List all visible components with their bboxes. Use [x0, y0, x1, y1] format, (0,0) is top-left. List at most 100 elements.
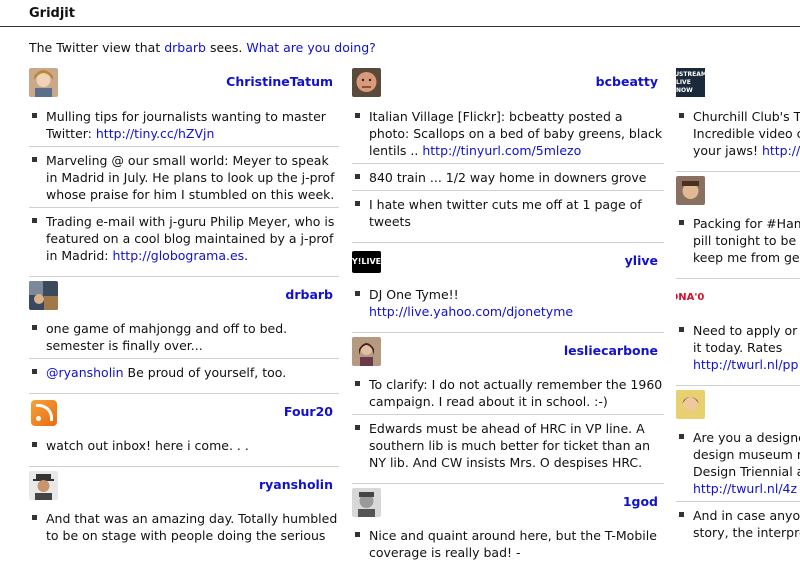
bullet-icon	[32, 325, 37, 330]
tweet-text: Nice and quaint around here, but the T-M…	[369, 528, 657, 560]
tweet-text: DJ One Tyme!!	[369, 287, 459, 302]
user-header: ChristineTatum	[29, 64, 339, 100]
bullet-icon	[32, 157, 37, 162]
tweet-link[interactable]: http://	[762, 143, 800, 158]
bullet-icon	[679, 327, 684, 332]
intro-middle: sees.	[209, 40, 243, 55]
bullet-icon	[355, 174, 360, 179]
column-1: ChristineTatum Mulling tips for journali…	[29, 64, 339, 556]
bullet-icon	[355, 113, 360, 118]
mention-link[interactable]: @ryansholin	[46, 365, 124, 380]
user-block: Are you a designe design museum r Design…	[676, 385, 800, 553]
bullet-icon	[355, 381, 360, 386]
user-block: Four20 watch out inbox! here i come. . .	[29, 393, 339, 466]
tweet-list: And that was an amazing day. Totally hum…	[29, 502, 339, 556]
bullet-icon	[355, 532, 360, 537]
tweet-link[interactable]: http://twurl.nl/pp	[693, 357, 798, 372]
what-are-you-doing-link[interactable]: What are you doing?	[246, 40, 376, 55]
bullet-icon	[679, 113, 684, 118]
bullet-icon	[679, 434, 684, 439]
intro-user-link[interactable]: drbarb	[164, 40, 206, 55]
tweet-link[interactable]: http://globograma.es	[112, 248, 244, 263]
1god-avatar-icon[interactable]	[352, 488, 381, 517]
user-block: Y!LIVE ylive DJ One Tyme!! http://live.y…	[352, 242, 664, 332]
tweet-text: Marveling @ our small world: Meyer to sp…	[46, 153, 335, 202]
column-3: USTREAM LIVE NOW Churchill Club's T Incre…	[676, 64, 800, 553]
tweet-item: watch out inbox! here i come. . .	[29, 435, 339, 454]
user-block: bcbeatty Italian Village [Flickr]: bcbea…	[352, 64, 664, 242]
user-block: drbarb one game of mahjongg and off to b…	[29, 276, 339, 393]
user-header: ONA'08	[676, 278, 800, 314]
tweet-link[interactable]: http://live.yahoo.com/djonetyme	[369, 304, 573, 319]
rss-icon[interactable]	[29, 398, 58, 427]
tweet-item: Are you a designe design museum r Design…	[676, 427, 800, 497]
username-link[interactable]: Four20	[284, 404, 333, 419]
tweet-item: Marveling @ our small world: Meyer to sp…	[29, 146, 339, 203]
tweet-item: And in case anyon story, the interpre	[676, 501, 800, 541]
tweet-item: one game of mahjongg and off to bed. sem…	[29, 318, 339, 354]
tweet-list: Mulling tips for journalists wanting to …	[29, 100, 339, 276]
tweet-list: Churchill Club's T Incredible video c yo…	[676, 100, 800, 171]
lesliecarbone-avatar-icon[interactable]	[352, 337, 381, 366]
tweet-list: Need to apply or To it today. Rates http…	[676, 314, 800, 385]
user-avatar-icon[interactable]	[676, 390, 705, 419]
christinetatum-avatar-icon[interactable]	[29, 68, 58, 97]
column-2: bcbeatty Italian Village [Flickr]: bcbea…	[352, 64, 664, 573]
bullet-icon	[355, 291, 360, 296]
drbarb-avatar-icon[interactable]	[29, 281, 58, 310]
tweet-text: Edwards must be ahead of HRC in VP line.…	[369, 421, 651, 470]
bcbeatty-avatar-icon[interactable]	[352, 68, 381, 97]
tweet-item: Nice and quaint around here, but the T-M…	[352, 525, 664, 561]
user-header	[676, 171, 800, 207]
tweet-text: one game of mahjongg and off to bed. sem…	[46, 321, 288, 353]
tweet-text: watch out inbox! here i come. . .	[46, 438, 249, 453]
tweet-item: Need to apply or To it today. Rates http…	[676, 320, 800, 373]
username-link[interactable]: lesliecarbone	[564, 343, 658, 358]
bullet-icon	[32, 442, 37, 447]
tweet-text: I hate when twitter cuts me off at 1 pag…	[369, 197, 642, 229]
username-link[interactable]: ryansholin	[259, 477, 333, 492]
username-link[interactable]: bcbeatty	[596, 74, 658, 89]
username-link[interactable]: ChristineTatum	[226, 74, 333, 89]
user-avatar-icon[interactable]	[676, 176, 705, 205]
user-header	[676, 385, 800, 421]
tweet-item: Edwards must be ahead of HRC in VP line.…	[352, 414, 664, 471]
user-header: Four20	[29, 393, 339, 429]
user-block: USTREAM LIVE NOW Churchill Club's T Incre…	[676, 64, 800, 171]
ustream-logo-icon[interactable]: USTREAM LIVE NOW	[676, 68, 705, 97]
tweet-list: Italian Village [Flickr]: bcbeatty poste…	[352, 100, 664, 242]
username-link[interactable]: 1god	[623, 494, 658, 509]
bullet-icon	[32, 515, 37, 520]
user-block: ChristineTatum Mulling tips for journali…	[29, 64, 339, 276]
bullet-icon	[679, 512, 684, 517]
tweet-text: To clarify: I do not actually remember t…	[369, 377, 663, 409]
bullet-icon	[32, 369, 37, 374]
tweet-list: To clarify: I do not actually remember t…	[352, 368, 664, 483]
ryansholin-avatar-icon[interactable]	[29, 471, 58, 500]
tweet-link[interactable]: http://twurl.nl/4z	[693, 481, 797, 496]
user-header: USTREAM LIVE NOW	[676, 64, 800, 100]
tweet-list: watch out inbox! here i come. . .	[29, 429, 339, 466]
tweet-link[interactable]: http://tinyurl.com/5mlezo	[422, 143, 581, 158]
user-header: ryansholin	[29, 466, 339, 502]
tweet-link[interactable]: http://tiny.cc/hZVjn	[96, 126, 215, 141]
tweet-list: Packing for #Ham pill tonight to be keep…	[676, 207, 800, 278]
bullet-icon	[355, 425, 360, 430]
bullet-icon	[679, 220, 684, 225]
tweet-list: DJ One Tyme!! http://live.yahoo.com/djon…	[352, 278, 664, 332]
tweet-text: Are you a designe design museum r Design…	[693, 430, 800, 479]
ona-logo-icon[interactable]: ONA'08	[676, 283, 705, 312]
tweet-item: To clarify: I do not actually remember t…	[352, 374, 664, 410]
ylive-logo-icon[interactable]: Y!LIVE	[352, 247, 381, 276]
tweet-text: 840 train ... 1/2 way home in downers gr…	[369, 170, 647, 185]
title-bar: Gridjit	[0, 0, 800, 27]
username-link[interactable]: drbarb	[285, 287, 333, 302]
user-header: lesliecarbone	[352, 332, 664, 368]
user-header: 1god	[352, 483, 664, 519]
tweet-item: I hate when twitter cuts me off at 1 pag…	[352, 190, 664, 230]
tweet-item: DJ One Tyme!! http://live.yahoo.com/djon…	[352, 284, 664, 320]
bullet-icon	[32, 218, 37, 223]
tweet-text: Need to apply or To it today. Rates	[693, 323, 800, 355]
tweet-item: Churchill Club's T Incredible video c yo…	[676, 106, 800, 159]
username-link[interactable]: ylive	[625, 253, 658, 268]
